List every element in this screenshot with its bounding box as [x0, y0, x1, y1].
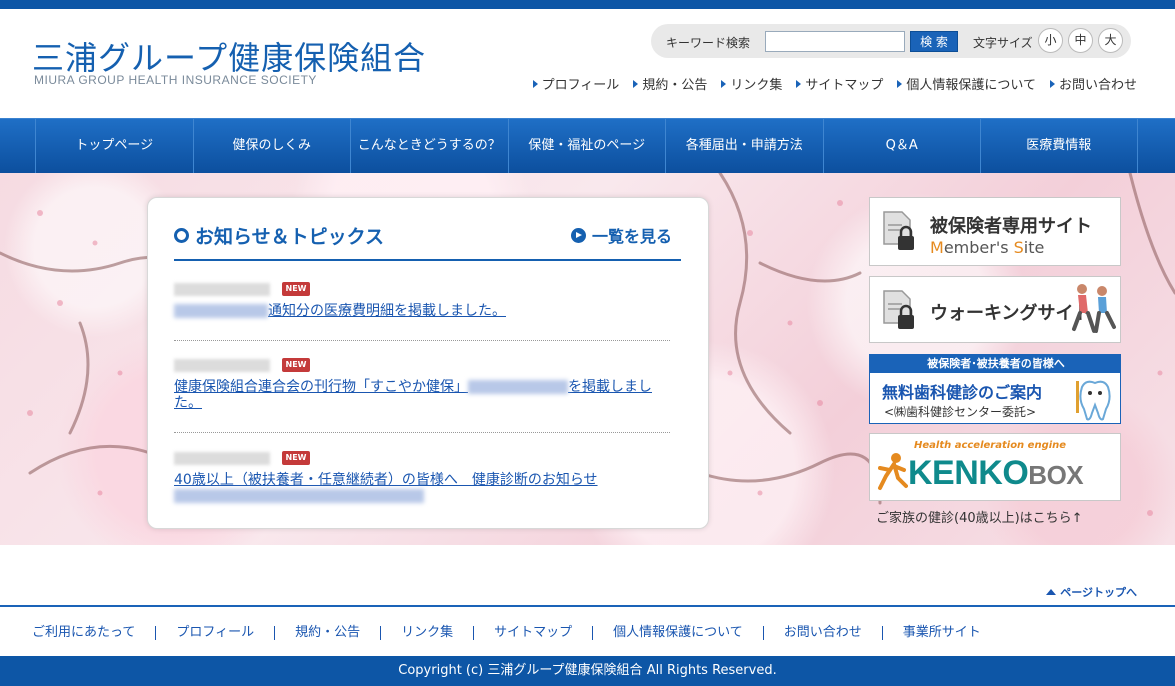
util-link-contact[interactable]: お問い合わせ — [1049, 74, 1137, 93]
play-arrow-icon — [571, 227, 586, 243]
new-badge: NEW — [282, 358, 310, 372]
util-link-rules[interactable]: 規約・公告 — [633, 74, 707, 93]
news-link[interactable]: 健康保険組合連合会の刊行物「すこやか健保」 を掲載しました。 — [174, 379, 670, 411]
news-date-redacted — [174, 359, 270, 372]
font-size-medium-button[interactable]: 中 — [1068, 28, 1093, 53]
footer-links: ご利用にあたって プロフィール 規約・公告 リンク集 サイトマップ 個人情報保護… — [32, 626, 1001, 640]
member-site-subtitle: Member's Site — [930, 238, 1045, 257]
redacted-text — [174, 489, 424, 503]
locked-document-icon — [883, 211, 914, 250]
footer-link-contact[interactable]: お問い合わせ — [762, 626, 882, 640]
footer-divider — [0, 605, 1175, 607]
copyright-bar: Copyright (c) 三浦グループ健康保険組合 All Rights Re… — [0, 656, 1175, 686]
keyword-search-label: キーワード検索 — [666, 36, 751, 50]
footer-link-employer-site[interactable]: 事業所サイト — [881, 626, 1001, 640]
running-figure-icon — [878, 453, 908, 490]
font-size-label: 文字サイズ — [973, 36, 1033, 50]
font-size-small-button[interactable]: 小 — [1038, 28, 1063, 53]
dental-banner-subtitle: <㈱歯科健診センター委託> — [884, 405, 1037, 419]
arrow-right-icon — [796, 79, 802, 88]
walking-site-banner[interactable]: ウォーキングサイト — [869, 276, 1121, 343]
footer-link-profile[interactable]: プロフィール — [155, 626, 274, 640]
utility-links: プロフィール 規約・公告 リンク集 サイトマップ 個人情報保護について お問い合… — [532, 74, 1137, 93]
news-date-redacted — [174, 283, 270, 296]
footer-link-sitemap[interactable]: サイトマップ — [473, 626, 592, 640]
top-accent-bar — [0, 0, 1175, 9]
footer-link-rules[interactable]: 規約・公告 — [274, 626, 380, 640]
kenko-box-logo: KENKOBOX — [908, 454, 1084, 492]
new-badge: NEW — [282, 282, 310, 296]
util-link-profile[interactable]: プロフィール — [532, 74, 619, 93]
arrow-right-icon — [633, 79, 639, 88]
news-heading-divider — [174, 259, 681, 261]
util-link-sitemap[interactable]: サイトマップ — [796, 74, 883, 93]
util-link-links[interactable]: リンク集 — [721, 74, 782, 93]
locked-document-icon — [883, 290, 914, 329]
kenko-tagline: Health acceleration engine — [914, 440, 1067, 451]
news-date-redacted — [174, 452, 270, 465]
nav-item-top[interactable]: トップページ — [35, 119, 193, 174]
redacted-text — [468, 380, 568, 394]
nav-item-qa[interactable]: Q＆A — [822, 119, 981, 174]
util-link-privacy[interactable]: 個人情報保護について — [897, 74, 1036, 93]
runners-icon — [1072, 284, 1116, 333]
arrow-right-icon — [897, 79, 903, 88]
footer-link-privacy[interactable]: 個人情報保護について — [592, 626, 763, 640]
member-site-title: 被保険者専用サイト — [930, 216, 1092, 237]
news-separator — [174, 340, 670, 341]
font-size-large-button[interactable]: 大 — [1098, 28, 1123, 53]
dental-checkup-banner[interactable]: 被保険者･被扶養者の皆様へ 無料歯科健診のご案内 <㈱歯科健診センター委託> — [869, 354, 1121, 424]
redacted-text — [174, 304, 268, 318]
new-badge: NEW — [282, 451, 310, 465]
arrow-right-icon — [1049, 79, 1055, 88]
news-link[interactable]: 40歳以上（被扶養者・任意継続者）の皆様へ 健康診断のお知らせ — [174, 472, 670, 504]
nav-item-medical-costs[interactable]: 医療費情報 — [980, 119, 1138, 174]
nav-item-situations[interactable]: こんなときどうするの？ — [350, 119, 508, 174]
circle-bullet-icon — [174, 228, 189, 243]
keyword-search-input[interactable] — [765, 31, 905, 52]
tooth-mascot-icon — [1076, 380, 1111, 421]
page-top-link[interactable]: ページトップへ — [1046, 584, 1137, 600]
news-separator — [174, 432, 670, 433]
kenko-box-banner[interactable]: Health acceleration engine KENKOBOX — [869, 433, 1121, 501]
search-button[interactable]: 検 索 — [910, 31, 958, 52]
footer-link-links[interactable]: リンク集 — [380, 626, 473, 640]
global-nav: トップページ 健保のしくみ こんなときどうするの？ 保健・福祉のページ 各種届出… — [0, 118, 1175, 174]
arrow-right-icon — [532, 79, 538, 88]
member-site-banner[interactable]: 被保険者専用サイト Member's Site — [869, 197, 1121, 266]
arrow-up-icon — [1046, 589, 1057, 595]
nav-item-system[interactable]: 健保のしくみ — [192, 119, 351, 174]
nav-item-welfare[interactable]: 保健・福祉のページ — [507, 119, 666, 174]
arrow-right-icon — [721, 79, 727, 88]
news-link[interactable]: 通知分の医療費明細を掲載しました。 — [174, 303, 670, 319]
dental-banner-strip: 被保険者･被扶養者の皆様へ — [870, 355, 1120, 373]
footer-link-terms[interactable]: ご利用にあたって — [32, 626, 155, 640]
see-all-link[interactable]: 一覧を見る — [571, 223, 672, 247]
family-checkup-note[interactable]: ご家族の健診(40歳以上)はこちら↑ — [876, 507, 1083, 526]
news-heading: お知らせ＆トピックス — [174, 222, 384, 249]
site-logo-subtitle: MIURA GROUP HEALTH INSURANCE SOCIETY — [34, 73, 317, 87]
dental-banner-title: 無料歯科健診のご案内 — [882, 383, 1043, 402]
nav-item-applications[interactable]: 各種届出・申請方法 — [665, 119, 823, 174]
